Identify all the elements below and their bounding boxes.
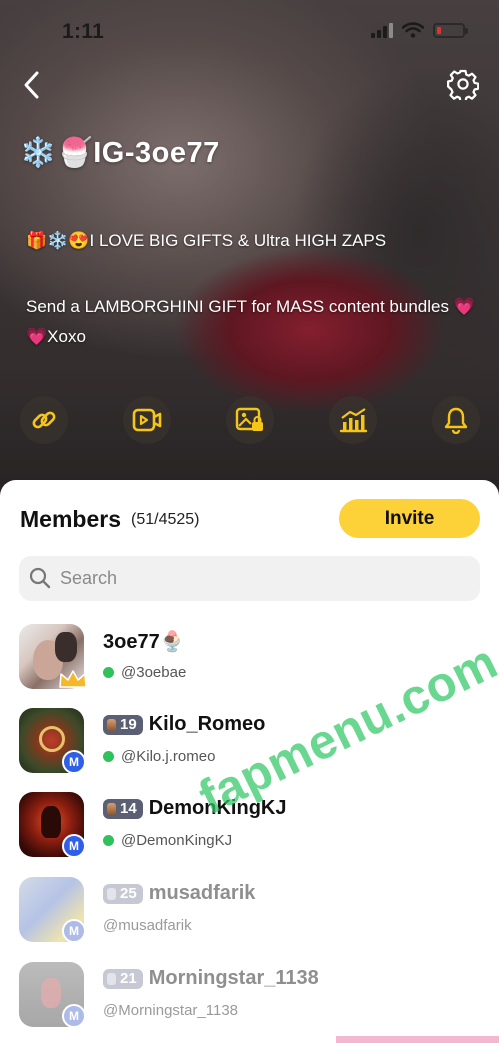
link-icon [32,411,56,429]
level-badge: 25 [103,883,143,904]
level-badge: 14 [103,798,143,819]
wifi-icon [402,22,424,38]
video-button[interactable] [123,396,171,444]
online-indicator [103,667,114,678]
status-bar: 1:11 [0,0,499,62]
member-badge: M [62,1004,86,1028]
bio-line-2: Send a LAMBORGHINI GIFT for MASS content… [26,297,475,346]
search-icon [29,567,51,589]
member-name-line: 25 musadfarik [103,882,255,905]
back-button[interactable] [14,66,48,104]
member-row[interactable]: M 25 musadfarik @musadfarik [0,877,499,957]
member-name-line: 21 Morningstar_1138 [103,967,319,990]
gem-icon [107,887,116,900]
member-badge: M [62,750,86,774]
invite-button[interactable]: Invite [339,499,480,538]
signal-icon [371,22,393,38]
online-indicator [103,835,114,846]
battery-level [437,26,441,34]
status-icons [371,22,468,38]
profile-header: 1:11 ❄️🍧IG-3oe77 🎁❄️😍I LOVE BIG GIFTS & … [0,0,499,500]
notifications-button[interactable] [432,396,480,444]
member-row[interactable]: M 21 Morningstar_1138 @Morningstar_1138 [0,962,499,1042]
online-indicator [103,751,114,762]
member-handle: @Kilo.j.romeo [121,748,216,765]
link-button[interactable] [20,396,68,444]
action-row [20,396,480,446]
member-handle: @DemonKingKJ [121,832,233,849]
member-handle-line: @Kilo.j.romeo [103,748,215,765]
level-badge: 21 [103,968,143,989]
members-title: Members [20,506,121,532]
search-input[interactable]: Search [19,556,480,601]
member-handle: @3oebae [121,664,187,681]
bottom-peek-bar [336,1036,499,1043]
stats-icon [339,408,368,433]
gem-icon [107,972,116,985]
stats-button[interactable] [329,396,377,444]
status-time: 1:11 [62,20,105,43]
level-number: 25 [120,885,137,902]
locked-photo-icon [235,407,263,431]
search-placeholder: Search [60,568,118,588]
member-name: 3oe77🍨 [103,631,185,653]
profile-name: ❄️🍧IG-3oe77 [20,137,220,169]
member-handle-line: @3oebae [103,664,186,681]
locked-photo-button[interactable] [226,396,274,444]
level-badge: 19 [103,714,143,735]
gem-icon [107,718,116,731]
level-number: 14 [120,800,137,817]
bio-line-1: 🎁❄️😍I LOVE BIG GIFTS & Ultra HIGH ZAPS [26,231,387,250]
member-handle: @musadfarik [103,917,192,934]
member-badge: M [62,919,86,943]
member-name: Kilo_Romeo [148,713,266,735]
video-icon [132,408,162,432]
member-name: Morningstar_1138 [148,967,319,989]
member-badge: M [62,834,86,858]
member-name: musadfarik [148,882,256,904]
members-count: (51/4525) [131,511,200,528]
gear-icon[interactable] [447,68,479,100]
level-number: 21 [120,970,137,987]
member-handle: @Morningstar_1138 [103,1002,239,1019]
level-number: 19 [120,716,137,733]
gem-icon [107,802,116,815]
member-name-line: 19 Kilo_Romeo [103,713,265,736]
member-handle-line: @Morningstar_1138 [103,1002,238,1019]
crown-icon [59,670,87,688]
member-name-line: 3oe77🍨 [103,629,185,654]
bell-icon [444,407,468,434]
member-handle-line: @musadfarik [103,917,192,934]
battery-icon [433,22,468,38]
chevron-left-icon [24,71,39,99]
member-handle-line: @DemonKingKJ [103,832,232,849]
